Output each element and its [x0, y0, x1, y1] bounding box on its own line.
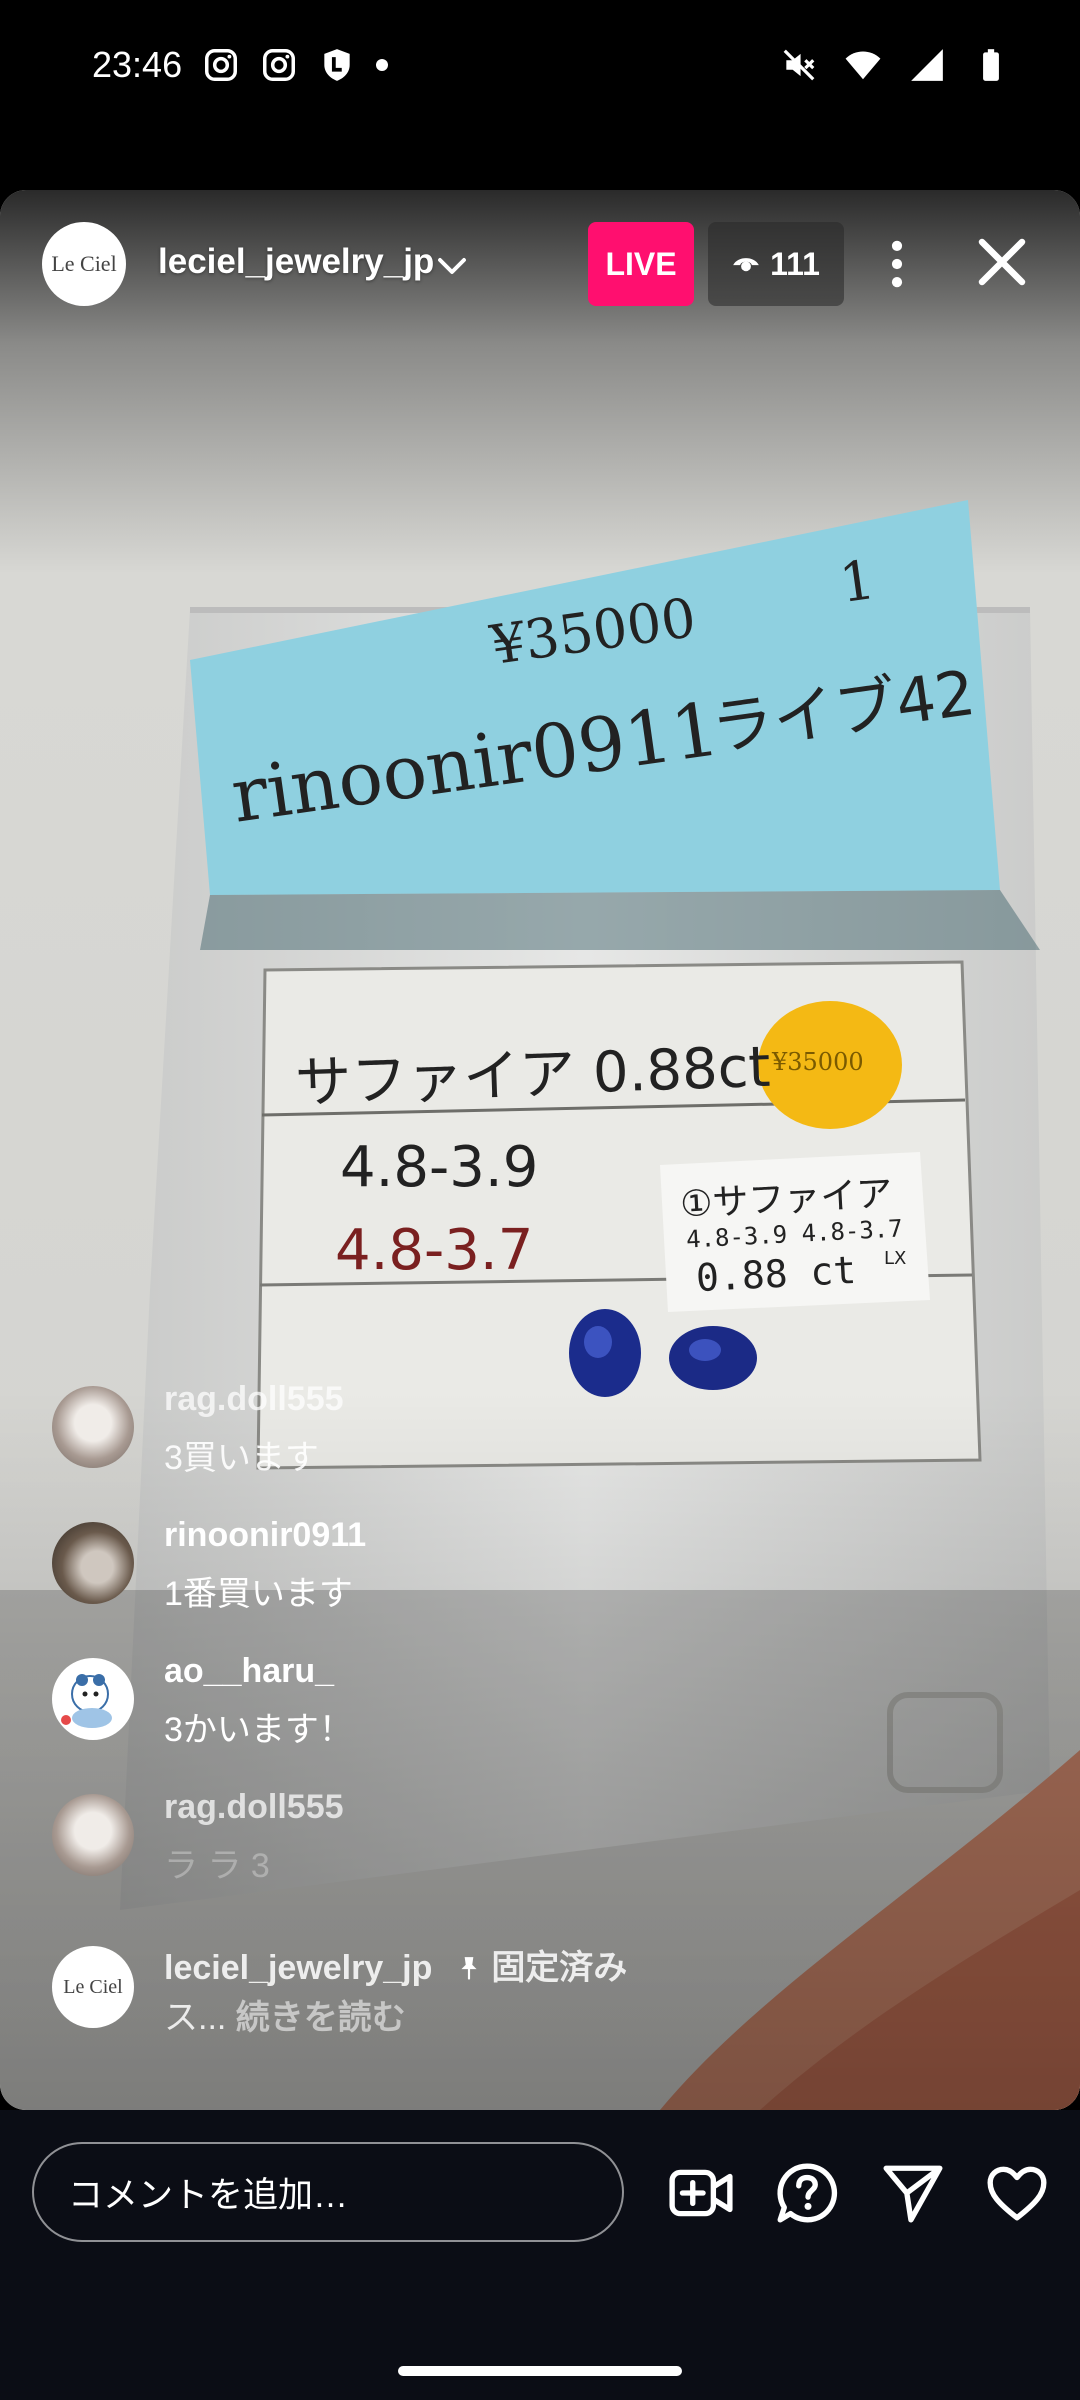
pinned-label: 固定済み	[456, 1949, 627, 1987]
chevron-down-icon[interactable]	[434, 248, 470, 284]
viewer-count-badge[interactable]: 111	[708, 222, 844, 306]
comment-username[interactable]: rag.doll555	[164, 1788, 344, 1827]
card-dim1-text: 4.8-3.9	[340, 1135, 539, 1200]
viewer-count: 111	[770, 245, 820, 282]
host-avatar[interactable]: Le Ciel	[42, 222, 126, 306]
pinned-label-text: 固定済み	[491, 1949, 628, 1987]
live-video-frame[interactable]: ¥35000 1 rinoonir0911 ライブ42 サファイア 0.88ct…	[0, 190, 1080, 2110]
comment-text: ラ ラ 3	[164, 1847, 270, 1885]
bear-avatar-icon	[61, 1674, 112, 1728]
comment-input[interactable]: コメントを追加…	[32, 2142, 624, 2242]
label-line3-text: 0.88 ct	[694, 1247, 858, 1301]
instagram-icon	[205, 49, 237, 81]
card-dim2-text: 4.8-3.7	[335, 1218, 534, 1283]
status-left-icons	[202, 46, 388, 84]
avatar[interactable]	[52, 1386, 134, 1468]
comment-text: 1番買います	[164, 1575, 353, 1613]
host-username[interactable]: leciel_jewelry_jp	[158, 242, 434, 282]
avatar[interactable]	[52, 1522, 134, 1604]
bottom-bar: コメントを追加…	[0, 2110, 1080, 2400]
live-badge: LIVE	[588, 222, 694, 306]
card-sticker-text: ¥35000	[772, 1048, 864, 1076]
eye-icon	[733, 258, 759, 272]
avatar-logo-text: Le Ciel	[63, 1975, 123, 1998]
avatar[interactable]: Le Ciel	[52, 1946, 134, 2028]
avatar[interactable]	[52, 1658, 134, 1740]
comment-item[interactable]: rinoonir0911 1番買います	[52, 1516, 952, 1626]
send-icon[interactable]	[880, 2160, 946, 2226]
avatar[interactable]	[52, 1794, 134, 1876]
pinned-comment[interactable]: Le Ciel leciel_jewelry_jp 固定済み ス... 続きを読…	[52, 1940, 952, 2050]
comment-username[interactable]: rag.doll555	[164, 1380, 344, 1419]
pinned-comment-text: ス...	[164, 1999, 227, 2037]
comment-text: 3かいます！	[164, 1711, 353, 1749]
label-mark-text: LX	[884, 1248, 907, 1269]
instagram-icon	[263, 49, 295, 81]
mute-icon	[783, 49, 815, 81]
question-icon[interactable]	[774, 2160, 840, 2226]
wifi-icon	[845, 51, 881, 80]
comment-username[interactable]: leciel_jewelry_jp 固定済み	[164, 1940, 627, 1989]
close-icon[interactable]	[970, 226, 1034, 302]
comment-item[interactable]: rag.doll555 ラ ラ 3	[52, 1788, 952, 1898]
live-header: Le Ciel leciel_jewelry_jp LIVE 111	[0, 190, 1080, 340]
comment-username[interactable]: rinoonir0911	[164, 1516, 366, 1555]
status-right-icons	[780, 46, 1010, 84]
status-time: 23:46	[92, 44, 183, 85]
pinned-comment-username[interactable]: leciel_jewelry_jp	[164, 1949, 432, 1987]
comment-item[interactable]: ao__haru_ 3かいます！	[52, 1652, 952, 1762]
comment-text: ス... 続きを読む	[164, 1990, 406, 2039]
signal-icon	[911, 49, 943, 81]
comment-username[interactable]: ao__haru_	[164, 1652, 334, 1691]
home-indicator[interactable]	[398, 2366, 682, 2376]
battery-icon	[983, 49, 999, 81]
pin-icon	[461, 1957, 477, 1980]
notification-dot	[376, 59, 388, 71]
card-title-text: サファイア 0.88ct	[294, 1034, 772, 1117]
heart-icon[interactable]	[984, 2160, 1050, 2226]
more-options-icon[interactable]	[872, 230, 922, 298]
read-more-link[interactable]: 続きを読む	[236, 1999, 406, 2037]
add-video-guest-icon[interactable]	[668, 2160, 734, 2226]
status-bar: 23:46	[0, 0, 1080, 132]
comment-item[interactable]: rag.doll555 3買います	[52, 1380, 952, 1490]
comment-text: 3買います	[164, 1439, 319, 1477]
shield-l-icon	[324, 49, 350, 81]
